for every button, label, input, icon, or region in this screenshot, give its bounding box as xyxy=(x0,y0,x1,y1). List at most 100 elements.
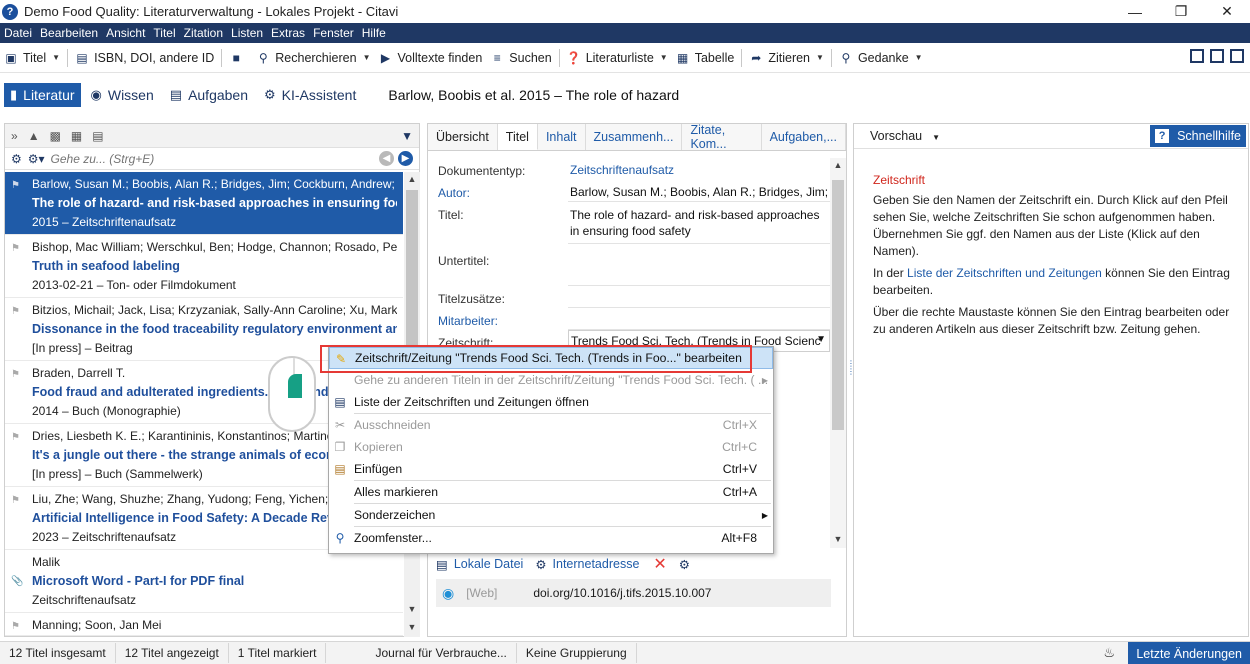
last-changes-button[interactable]: Letzte Änderungen xyxy=(1128,642,1250,664)
author-field[interactable]: Barlow, Susan M.; Boobis, Alan R.; Bridg… xyxy=(568,180,830,202)
tab-inhalt[interactable]: Inhalt xyxy=(538,124,586,150)
attachment-row[interactable]: ◉ [Web] doi.org/10.1016/j.tifs.2015.10.0… xyxy=(436,579,831,607)
menu-extras[interactable]: Extras xyxy=(267,26,309,40)
tab-zitate[interactable]: Zitate, Kom... xyxy=(682,123,762,151)
close-button[interactable]: ✕ xyxy=(1204,0,1250,23)
web-tag: [Web] xyxy=(466,586,498,600)
literaturliste-button[interactable]: ❓ Literaturliste ▼ xyxy=(563,45,672,71)
edge-browser-icon: ◉ xyxy=(442,584,455,601)
delete-button[interactable]: ■ xyxy=(225,45,252,71)
bell-icon[interactable]: ♨ xyxy=(1103,645,1115,661)
tab-uebersicht[interactable]: Übersicht xyxy=(428,124,498,150)
contributors-field[interactable] xyxy=(568,308,830,330)
menu-datei[interactable]: Datei xyxy=(0,26,36,40)
menu-titel[interactable]: Titel xyxy=(149,26,179,40)
scroll-thumb[interactable] xyxy=(832,180,844,430)
submenu-arrow-icon: ▶ xyxy=(761,510,768,520)
document-type-link[interactable]: Zeitschriftenaufsatz xyxy=(568,158,830,180)
preview-dropdown[interactable]: Vorschau ▼ xyxy=(870,129,940,143)
settings-icon[interactable]: ⚙ xyxy=(11,152,22,166)
menu-bearbeiten[interactable]: Bearbeiten xyxy=(36,26,102,40)
quick-help-button[interactable]: ? Schnellhilfe xyxy=(1150,125,1246,147)
scroll-end-icon[interactable]: ▼ xyxy=(404,622,420,632)
flag-icon: ⚑ xyxy=(11,495,20,506)
layout-right-panel-icon[interactable] xyxy=(1230,49,1244,63)
collapse-panel-icon[interactable]: » xyxy=(11,129,18,143)
group-icon[interactable]: ▩ xyxy=(50,129,61,143)
menu-item-paste[interactable]: ▤ Einfügen Ctrl+V xyxy=(329,458,773,480)
goto-input[interactable] xyxy=(50,151,351,166)
tabelle-button[interactable]: ▦ Tabelle xyxy=(672,45,739,71)
filter-icon[interactable]: ▼ xyxy=(401,129,413,143)
list-item[interactable]: ⚑ Barlow, Susan M.; Boobis, Alan R.; Bri… xyxy=(5,172,403,235)
forward-arrow-icon[interactable]: ▶ xyxy=(398,151,413,166)
menu-fenster[interactable]: Fenster xyxy=(309,26,358,40)
chevron-down-icon: ▼ xyxy=(362,53,371,62)
add-file-icon[interactable]: ▤ xyxy=(436,557,448,572)
new-title-button[interactable]: ▣ Titel ▼ xyxy=(0,45,64,71)
tab-zusammenhang[interactable]: Zusammenh... xyxy=(586,124,683,150)
flag-icon: ⚑ xyxy=(11,180,20,191)
tab-aufgaben[interactable]: Aufgaben,... xyxy=(762,124,846,150)
chevron-down-icon[interactable]: ▼ xyxy=(816,334,826,345)
new-title-icon: ▣ xyxy=(5,50,17,65)
tab-aufgaben[interactable]: ▤ Aufgaben xyxy=(164,83,254,107)
print-icon[interactable]: ▤ xyxy=(92,129,103,143)
list-item[interactable]: ⚑ Bishop, Mac William; Werschkul, Ben; H… xyxy=(5,235,403,298)
attachment-settings-icon[interactable]: ⚙ xyxy=(679,557,690,572)
back-arrow-icon[interactable]: ◀ xyxy=(379,151,394,166)
list-item[interactable]: 📎 Malik Microsoft Word - Part-I for PDF … xyxy=(5,550,403,613)
context-menu: ✎ Zeitschrift/Zeitung "Trends Food Sci. … xyxy=(328,346,774,554)
recherchieren-button[interactable]: ⚲ Recherchieren ▼ xyxy=(252,45,374,71)
tab-wissen[interactable]: ◉ Wissen xyxy=(85,83,160,107)
sort-icon[interactable]: ▲ xyxy=(28,129,40,143)
menu-item-open-journal-list[interactable]: ▤ Liste der Zeitschriften und Zeitungen … xyxy=(329,391,773,413)
status-grouping[interactable]: Keine Gruppierung xyxy=(517,643,637,663)
scroll-up-icon[interactable]: ▲ xyxy=(830,160,846,170)
scroll-down-icon[interactable]: ▼ xyxy=(404,604,420,614)
menu-ansicht[interactable]: Ansicht xyxy=(102,26,149,40)
restore-button[interactable]: ❐ xyxy=(1158,0,1204,23)
doi-link[interactable]: doi.org/10.1016/j.tifs.2015.10.007 xyxy=(533,586,711,600)
delete-attachment-icon[interactable]: ✕ xyxy=(653,554,666,574)
title-field[interactable]: The role of hazard- and risk-based appro… xyxy=(568,202,830,244)
local-file-button[interactable]: Lokale Datei xyxy=(454,557,524,571)
list-toolbar: » ▲ ▩ ▦ ▤ ▼ xyxy=(5,124,419,148)
add-url-icon[interactable]: ⚙ xyxy=(535,557,546,572)
title-supplements-field[interactable] xyxy=(568,286,830,308)
status-shown: 12 Titel angezeigt xyxy=(116,643,229,663)
suchen-button[interactable]: ≡ Suchen xyxy=(486,45,555,71)
journal-list-link[interactable]: Liste der Zeitschriften und Zeitungen xyxy=(907,266,1102,280)
list-item[interactable]: ⚑ Manning; Soon, Jan Mei xyxy=(5,613,403,636)
author-label-link[interactable]: Autor: xyxy=(438,180,568,202)
minimize-button[interactable]: — xyxy=(1112,0,1158,23)
tab-literatur[interactable]: ▮ Literatur xyxy=(4,83,81,107)
menu-item-copy[interactable]: ❐ Kopieren Ctrl+C xyxy=(329,436,773,458)
layout-left-panel-icon[interactable] xyxy=(1190,49,1204,63)
menu-item-zoom-window[interactable]: ⚲ Zoomfenster... Alt+F8 xyxy=(329,527,773,549)
gedanke-button[interactable]: ⚲ Gedanke ▼ xyxy=(835,45,927,71)
internet-address-button[interactable]: Internetadresse xyxy=(553,557,640,571)
scroll-up-icon[interactable]: ▲ xyxy=(404,174,420,184)
subtitle-field[interactable] xyxy=(568,244,830,286)
scroll-down-icon[interactable]: ▼ xyxy=(830,534,846,544)
copy-icon: ❐ xyxy=(334,440,346,454)
layout-center-panel-icon[interactable] xyxy=(1210,49,1224,63)
editor-scrollbar[interactable]: ▲ ▼ xyxy=(830,158,846,548)
menu-item-cut[interactable]: ✂ Ausschneiden Ctrl+X xyxy=(329,414,773,436)
menu-item-select-all[interactable]: Alles markieren Ctrl+A xyxy=(329,481,773,503)
menu-zitation[interactable]: Zitation xyxy=(180,26,227,40)
menu-listen[interactable]: Listen xyxy=(227,26,267,40)
status-journal[interactable]: Journal für Verbrauche... xyxy=(366,643,517,663)
clipboard-icon: ▤ xyxy=(169,87,183,102)
menu-item-special-characters[interactable]: Sonderzeichen ▶ xyxy=(329,504,773,526)
volltexte-button[interactable]: ▶ Volltexte finden xyxy=(374,45,486,71)
contributors-label-link[interactable]: Mitarbeiter: xyxy=(438,308,568,330)
isbn-button[interactable]: ▤ ISBN, DOI, andere ID xyxy=(71,45,218,71)
menu-hilfe[interactable]: Hilfe xyxy=(358,26,390,40)
tab-ki-assistent[interactable]: ⚙ KI-Assistent xyxy=(258,83,362,107)
zitieren-button[interactable]: ➦ Zitieren ▼ xyxy=(745,45,828,71)
tab-titel[interactable]: Titel xyxy=(497,124,538,150)
search-options-icon[interactable]: ⚙▾ xyxy=(28,152,45,166)
compare-icon[interactable]: ▦ xyxy=(71,129,82,143)
